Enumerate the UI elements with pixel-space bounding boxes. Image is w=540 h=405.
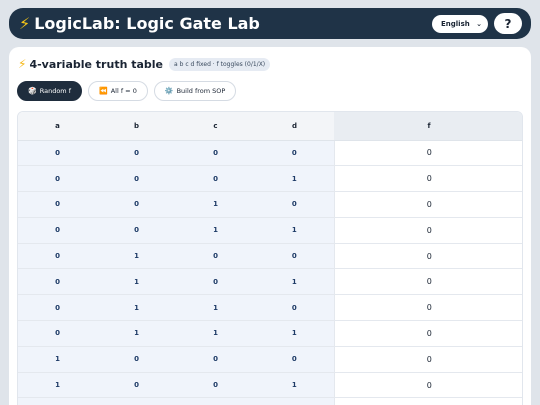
table-row: 01010 bbox=[18, 268, 522, 296]
cell-b: 0 bbox=[97, 346, 176, 373]
f-toggle-cell[interactable]: 0 bbox=[333, 268, 522, 296]
table-row: 01000 bbox=[18, 243, 522, 270]
cell-d: 1 bbox=[255, 320, 334, 347]
cell-a: 0 bbox=[18, 294, 97, 322]
cell-c: 1 bbox=[176, 397, 255, 405]
cell-c: 0 bbox=[176, 346, 255, 373]
cell-d: 0 bbox=[255, 294, 334, 322]
column-header-c: c bbox=[176, 112, 255, 141]
cell-a: 1 bbox=[18, 372, 97, 399]
f-toggle-cell[interactable]: 0 bbox=[333, 346, 522, 373]
language-value: English bbox=[441, 20, 470, 28]
all-f-zero-button[interactable]: ⏪ All f = 0 bbox=[87, 81, 148, 101]
card-title: 4-variable truth table bbox=[29, 57, 164, 71]
cell-a: 0 bbox=[18, 191, 97, 218]
cell-b: 0 bbox=[97, 217, 176, 244]
cell-a: 1 bbox=[18, 397, 97, 405]
f-toggle-cell[interactable]: 0 bbox=[333, 320, 522, 347]
cell-a: 0 bbox=[18, 140, 97, 167]
cell-b: 1 bbox=[97, 268, 176, 296]
cell-a: 0 bbox=[18, 320, 97, 347]
cell-c: 0 bbox=[176, 243, 255, 270]
help-button[interactable]: ? bbox=[494, 13, 522, 34]
cell-b: 0 bbox=[97, 372, 176, 399]
column-header-b: b bbox=[97, 112, 176, 141]
truth-table: a b c d f 000000001000100001100100001010… bbox=[17, 111, 523, 405]
cell-b: 1 bbox=[97, 243, 176, 270]
cell-c: 1 bbox=[176, 217, 255, 244]
cell-d: 1 bbox=[255, 217, 334, 244]
chevron-down-icon: ⌄ bbox=[476, 20, 482, 28]
cell-c: 0 bbox=[176, 372, 255, 399]
cell-d: 1 bbox=[255, 268, 334, 296]
cell-d: 0 bbox=[255, 243, 334, 270]
table-row: 10000 bbox=[18, 346, 522, 373]
random-f-button[interactable]: 🎲 Random f bbox=[17, 81, 82, 101]
f-toggle-cell[interactable]: 0 bbox=[333, 191, 522, 218]
cell-b: 0 bbox=[97, 191, 176, 218]
cell-c: 0 bbox=[176, 268, 255, 296]
f-toggle-cell[interactable]: 0 bbox=[333, 165, 522, 193]
table-row: 00110 bbox=[18, 217, 522, 244]
lightning-icon: ⚡ bbox=[19, 13, 31, 33]
cell-d: 1 bbox=[255, 372, 334, 399]
table-row: 10100 bbox=[18, 397, 522, 405]
table-row: 01100 bbox=[18, 294, 522, 322]
cell-a: 0 bbox=[18, 268, 97, 296]
cell-d: 0 bbox=[255, 346, 334, 373]
f-toggle-cell[interactable]: 0 bbox=[333, 294, 522, 322]
cell-d: 0 bbox=[255, 191, 334, 218]
app-header: ⚡ LogicLab: Logic Gate Lab English ⌄ ? bbox=[9, 8, 531, 39]
cell-d: 0 bbox=[255, 140, 334, 167]
cell-c: 1 bbox=[176, 320, 255, 347]
table-row: 01110 bbox=[18, 320, 522, 347]
all-f-zero-label: All f = 0 bbox=[110, 87, 137, 95]
random-f-label: Random f bbox=[39, 87, 71, 95]
f-toggle-cell[interactable]: 0 bbox=[333, 397, 522, 405]
f-toggle-cell[interactable]: 0 bbox=[333, 372, 522, 399]
column-header-a: a bbox=[18, 112, 97, 141]
app-title: LogicLab: Logic Gate Lab bbox=[34, 14, 260, 33]
cell-a: 0 bbox=[18, 243, 97, 270]
cell-b: 1 bbox=[97, 320, 176, 347]
table-row: 00010 bbox=[18, 165, 522, 193]
column-header-d: d bbox=[255, 112, 334, 141]
cell-b: 0 bbox=[97, 397, 176, 405]
rewind-icon: ⏪ bbox=[98, 87, 108, 95]
cell-b: 1 bbox=[97, 294, 176, 322]
build-from-sop-label: Build from SOP bbox=[176, 87, 226, 95]
cell-c: 0 bbox=[176, 165, 255, 193]
table-row: 10010 bbox=[18, 372, 522, 399]
cell-d: 0 bbox=[255, 397, 334, 405]
f-toggle-cell[interactable]: 0 bbox=[333, 243, 522, 270]
cell-d: 1 bbox=[255, 165, 334, 193]
cell-c: 1 bbox=[176, 191, 255, 218]
table-header-row: a b c d f bbox=[18, 112, 522, 141]
table-row: 00000 bbox=[18, 140, 522, 167]
build-from-sop-button[interactable]: ⚙️ Build from SOP bbox=[153, 81, 237, 101]
gear-icon: ⚙️ bbox=[164, 87, 174, 95]
card-header: ⚡ 4-variable truth table a b c d fixed ·… bbox=[18, 57, 271, 71]
truth-table-card: ⚡ 4-variable truth table a b c d fixed ·… bbox=[9, 47, 531, 405]
column-header-f: f bbox=[334, 112, 522, 141]
cell-a: 0 bbox=[18, 165, 97, 193]
cell-c: 1 bbox=[176, 294, 255, 322]
cell-b: 0 bbox=[97, 140, 176, 167]
cell-b: 0 bbox=[97, 165, 176, 193]
info-pill: a b c d fixed · f toggles (0/1/X) bbox=[169, 57, 271, 71]
table-row: 00100 bbox=[18, 191, 522, 218]
language-select[interactable]: English ⌄ bbox=[432, 15, 488, 33]
cell-a: 1 bbox=[18, 346, 97, 373]
lightning-icon: ⚡ bbox=[18, 57, 27, 71]
cell-a: 0 bbox=[18, 217, 97, 244]
f-toggle-cell[interactable]: 0 bbox=[333, 217, 522, 244]
toolbar: 🎲 Random f ⏪ All f = 0 ⚙️ Build from SOP bbox=[17, 81, 242, 101]
cell-c: 0 bbox=[176, 140, 255, 167]
f-toggle-cell[interactable]: 0 bbox=[333, 140, 522, 167]
dice-icon: 🎲 bbox=[28, 87, 37, 95]
